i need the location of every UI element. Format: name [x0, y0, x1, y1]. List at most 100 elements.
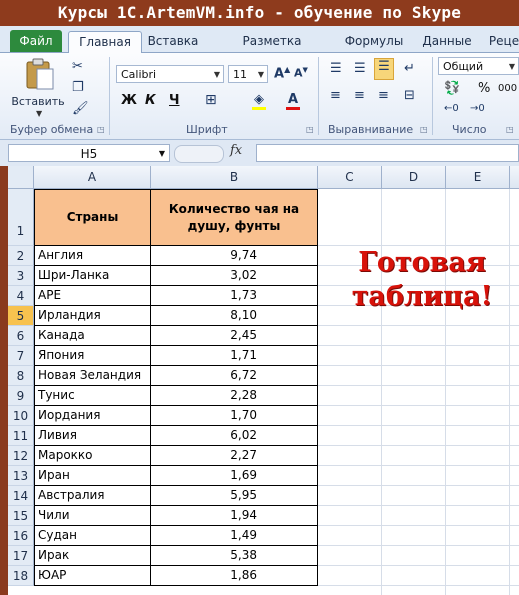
align-right-icon[interactable]: ≡ [378, 88, 389, 103]
cell-tea-value[interactable]: 5,95 [151, 486, 318, 506]
row-header[interactable]: 4 [8, 286, 34, 306]
thousands-separator-button[interactable]: 000 [498, 83, 517, 94]
cell-tea-value[interactable]: 6,72 [151, 366, 318, 386]
formula-input[interactable] [256, 144, 519, 162]
row-header[interactable]: 14 [8, 486, 34, 506]
row-header[interactable]: 15 [8, 506, 34, 526]
font-color-icon[interactable]: A [286, 92, 300, 110]
cell-tea-value[interactable]: 1,49 [151, 526, 318, 546]
cell-tea-value[interactable]: 9,74 [151, 246, 318, 266]
tab-formulas[interactable]: Формулы [343, 31, 405, 52]
cell-tea-value[interactable]: 8,10 [151, 306, 318, 326]
cut-icon[interactable]: ✂ [72, 59, 83, 74]
row-header[interactable]: 18 [8, 566, 34, 586]
font-name-select[interactable]: Calibri ▼ [116, 65, 224, 83]
align-top-icon[interactable]: ☰ [330, 61, 342, 76]
dialog-launcher-icon[interactable]: ◳ [306, 125, 314, 134]
cell-country[interactable]: Чили [34, 506, 151, 526]
cell-country[interactable]: АРЕ [34, 286, 151, 306]
row-header[interactable]: 5 [8, 306, 34, 326]
row-header[interactable]: 16 [8, 526, 34, 546]
wrap-text-icon[interactable]: ↵ [404, 61, 415, 76]
italic-button[interactable]: К [145, 93, 156, 108]
select-all-corner[interactable] [8, 166, 34, 189]
cell-tea-value[interactable]: 1,73 [151, 286, 318, 306]
align-middle-icon[interactable]: ☰ [354, 61, 366, 76]
cell-tea-value[interactable]: 1,94 [151, 506, 318, 526]
align-bottom-icon[interactable]: ☰ [374, 58, 394, 80]
row-header[interactable]: 9 [8, 386, 34, 406]
dialog-launcher-icon[interactable]: ◳ [420, 125, 428, 134]
insert-function-icon[interactable]: fx [230, 143, 242, 158]
tab-page-layout[interactable]: Разметка страницы [214, 31, 330, 69]
row-header[interactable]: 1 [8, 189, 34, 246]
cell-country[interactable]: Шри-Ланка [34, 266, 151, 286]
align-left-icon[interactable]: ≡ [330, 88, 341, 103]
paste-button[interactable]: Вставить ▼ [11, 57, 65, 119]
borders-icon[interactable]: ⊞ [205, 92, 217, 108]
row-header[interactable]: 17 [8, 546, 34, 566]
cell-country[interactable]: Австралия [34, 486, 151, 506]
cell-country[interactable]: Ливия [34, 426, 151, 446]
cell-tea-value[interactable]: 3,02 [151, 266, 318, 286]
cell-tea-value[interactable]: 2,28 [151, 386, 318, 406]
column-header-e[interactable]: E [446, 166, 510, 189]
format-painter-icon[interactable]: 🖌 [72, 101, 89, 116]
cell-tea-value[interactable]: 1,86 [151, 566, 318, 586]
cell-country[interactable]: Иордания [34, 406, 151, 426]
cell-tea-value[interactable]: 2,45 [151, 326, 318, 346]
align-center-icon[interactable]: ≡ [354, 88, 365, 103]
merge-cells-icon[interactable]: ⊟ [404, 88, 415, 103]
row-header[interactable]: 8 [8, 366, 34, 386]
row-header[interactable]: 6 [8, 326, 34, 346]
fill-color-icon[interactable]: ◈ [252, 92, 266, 110]
tab-insert[interactable]: Вставка [144, 31, 202, 52]
shrink-font-icon[interactable]: A▼ [294, 66, 308, 80]
percent-button[interactable]: % [478, 81, 490, 96]
dialog-launcher-icon[interactable]: ◳ [506, 125, 514, 134]
cell-country[interactable]: Канада [34, 326, 151, 346]
underline-button[interactable]: Ч [169, 93, 180, 108]
row-header[interactable]: 10 [8, 406, 34, 426]
name-box[interactable]: H5 ▼ [8, 144, 170, 162]
cell-country[interactable]: ЮАР [34, 566, 151, 586]
cell-country[interactable]: Ирак [34, 546, 151, 566]
cell-country[interactable]: Япония [34, 346, 151, 366]
row-header[interactable]: 3 [8, 266, 34, 286]
column-header-f[interactable] [510, 166, 519, 189]
row-header[interactable]: 13 [8, 466, 34, 486]
row-header[interactable]: 7 [8, 346, 34, 366]
cell-tea-value[interactable]: 1,69 [151, 466, 318, 486]
cell-country[interactable]: Марокко [34, 446, 151, 466]
cell-tea-value[interactable]: 1,71 [151, 346, 318, 366]
column-header-b[interactable]: B [151, 166, 318, 189]
formula-bar-handle[interactable] [174, 145, 224, 163]
row-header[interactable]: 11 [8, 426, 34, 446]
cell-tea-value[interactable]: 2,27 [151, 446, 318, 466]
column-header-a[interactable]: A [34, 166, 151, 189]
currency-icon[interactable]: 💱 [444, 81, 460, 96]
dialog-launcher-icon[interactable]: ◳ [97, 125, 105, 134]
copy-icon[interactable]: ❐ [72, 80, 84, 95]
bold-button[interactable]: Ж [121, 93, 137, 108]
cell-country[interactable]: Иран [34, 466, 151, 486]
increase-decimal-icon[interactable]: ←0 [444, 103, 459, 114]
row-header[interactable]: 2 [8, 246, 34, 266]
cell-country[interactable]: Англия [34, 246, 151, 266]
tab-file[interactable]: Файл [10, 30, 62, 52]
cell-country[interactable]: Тунис [34, 386, 151, 406]
cell-country[interactable]: Ирландия [34, 306, 151, 326]
header-cell-countries[interactable]: Страны [34, 189, 151, 246]
number-format-select[interactable]: Общий ▼ [438, 57, 519, 75]
cell-country[interactable]: Судан [34, 526, 151, 546]
tab-data[interactable]: Данные [420, 31, 474, 52]
cell-tea-value[interactable]: 1,70 [151, 406, 318, 426]
header-cell-tea[interactable]: Количество чая на душу, фунты [151, 189, 318, 246]
font-size-select[interactable]: 11 ▼ [228, 65, 268, 83]
tab-review[interactable]: Реце [487, 31, 519, 52]
cell-tea-value[interactable]: 5,38 [151, 546, 318, 566]
column-header-c[interactable]: C [318, 166, 382, 189]
tab-home[interactable]: Главная [68, 31, 142, 53]
decrease-decimal-icon[interactable]: →0 [470, 103, 485, 114]
column-header-d[interactable]: D [382, 166, 446, 189]
